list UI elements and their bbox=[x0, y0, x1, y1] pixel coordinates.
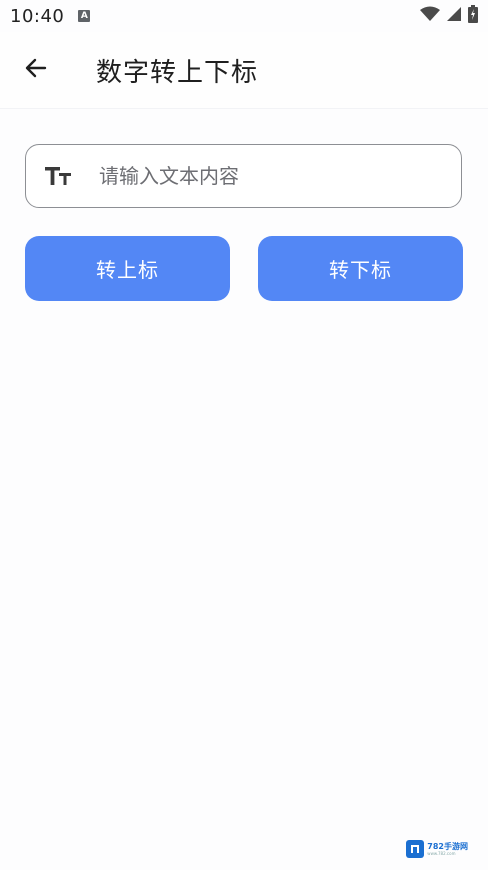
text-content-input[interactable] bbox=[97, 163, 447, 189]
watermark-text: 782手游网 bbox=[427, 841, 468, 851]
arrow-left-icon bbox=[24, 56, 48, 84]
battery-icon bbox=[468, 5, 478, 27]
back-button[interactable] bbox=[18, 52, 54, 88]
wifi-icon bbox=[420, 6, 440, 26]
status-bar: 10:40 A bbox=[0, 0, 488, 32]
superscript-button[interactable]: 转上标 bbox=[25, 236, 230, 301]
watermark-logo-icon bbox=[406, 840, 425, 858]
watermark: 782手游网 www.782.com bbox=[406, 840, 468, 858]
notification-a-icon: A bbox=[78, 10, 91, 22]
text-input-container[interactable] bbox=[25, 144, 462, 208]
page-title: 数字转上下标 bbox=[96, 57, 259, 88]
watermark-subtext: www.782.com bbox=[427, 850, 456, 856]
text-size-icon bbox=[43, 160, 75, 192]
signal-icon bbox=[446, 6, 462, 26]
watermark-text-group: 782手游网 www.782.com bbox=[427, 841, 468, 856]
status-right bbox=[420, 5, 478, 27]
status-left: 10:40 A bbox=[10, 5, 91, 27]
subscript-button[interactable]: 转下标 bbox=[258, 236, 463, 301]
app-bar: 数字转上下标 bbox=[0, 32, 488, 109]
status-time: 10:40 bbox=[10, 5, 65, 27]
